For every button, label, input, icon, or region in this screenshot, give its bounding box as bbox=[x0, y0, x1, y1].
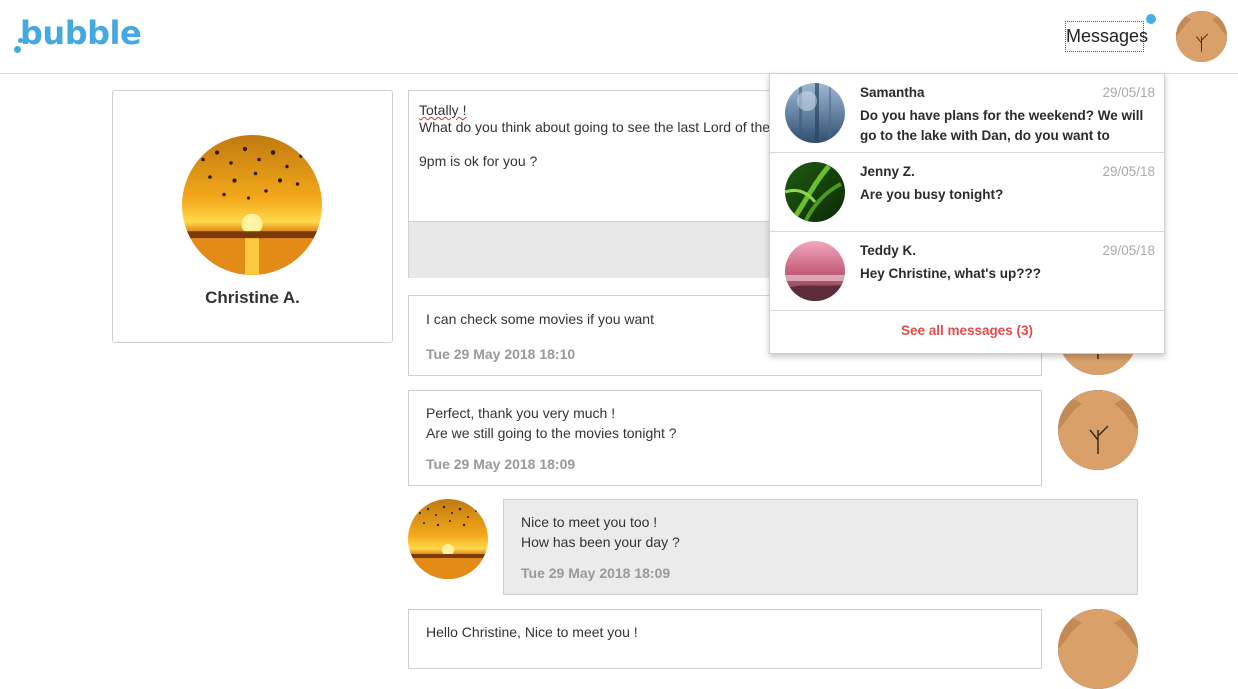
dropdown-message-item[interactable]: Samantha 29/05/18 Do you have plans for … bbox=[770, 74, 1164, 153]
profile-name: Christine A. bbox=[205, 288, 300, 307]
user-avatar[interactable] bbox=[1176, 11, 1227, 62]
dropdown-preview: Are you busy tonight? bbox=[860, 187, 1004, 202]
composer-line-1: Totally ! bbox=[419, 102, 467, 118]
sender-avatar bbox=[1058, 609, 1138, 689]
dropdown-date: 29/05/18 bbox=[1102, 85, 1155, 100]
dropdown-sender-name: Samantha bbox=[860, 85, 925, 100]
message-text: Hello Christine, Nice to meet you ! bbox=[426, 624, 638, 640]
dropdown-preview: Do you have plans for the weekend? We wi… bbox=[860, 108, 1144, 143]
bubble-logo[interactable]: bubble bbox=[14, 14, 142, 56]
dropdown-date: 29/05/18 bbox=[1102, 243, 1155, 258]
profile-avatar bbox=[182, 135, 322, 275]
message-bubble-incoming: Nice to meet you too ! How has been your… bbox=[503, 499, 1138, 595]
samantha-avatar bbox=[785, 83, 845, 143]
notification-dot bbox=[1146, 14, 1156, 24]
messages-link[interactable]: Messages bbox=[1065, 21, 1148, 52]
dropdown-sender-name: Jenny Z. bbox=[860, 164, 915, 179]
see-all-messages-link[interactable]: See all messages (3) bbox=[770, 323, 1164, 338]
teddy-avatar bbox=[785, 241, 845, 301]
composer-line-3: 9pm is ok for you ? bbox=[419, 153, 538, 169]
profile-card: Christine A. bbox=[112, 90, 393, 343]
dropdown-message-item[interactable]: Teddy K. 29/05/18 Hey Christine, what's … bbox=[770, 232, 1164, 311]
message-text: I can check some movies if you want bbox=[426, 311, 654, 327]
dropdown-message-item[interactable]: Jenny Z. 29/05/18 Are you busy tonight? bbox=[770, 153, 1164, 232]
message-bubble: Perfect, thank you very much ! Are we st… bbox=[408, 390, 1042, 486]
message-text: Perfect, thank you very much ! Are we st… bbox=[426, 405, 677, 441]
dropdown-preview: Hey Christine, what's up??? bbox=[860, 266, 1041, 281]
sender-avatar bbox=[1058, 390, 1138, 470]
message-bubble: Hello Christine, Nice to meet you ! bbox=[408, 609, 1042, 669]
message-timestamp: Tue 29 May 2018 18:09 bbox=[521, 565, 671, 581]
christine-avatar bbox=[408, 499, 488, 579]
message-text: Nice to meet you too ! How has been your… bbox=[521, 514, 680, 550]
dropdown-sender-name: Teddy K. bbox=[860, 243, 917, 258]
logo-text: bubble bbox=[20, 14, 142, 52]
message-timestamp: Tue 29 May 2018 18:10 bbox=[426, 346, 576, 362]
top-header: bubble Messages bbox=[0, 0, 1238, 74]
dropdown-date: 29/05/18 bbox=[1102, 164, 1155, 179]
composer-line-2: What do you think about going to see the… bbox=[419, 119, 779, 135]
message-timestamp: Tue 29 May 2018 18:09 bbox=[426, 456, 576, 472]
messages-dropdown: Samantha 29/05/18 Do you have plans for … bbox=[769, 73, 1165, 354]
jenny-avatar bbox=[785, 162, 845, 222]
